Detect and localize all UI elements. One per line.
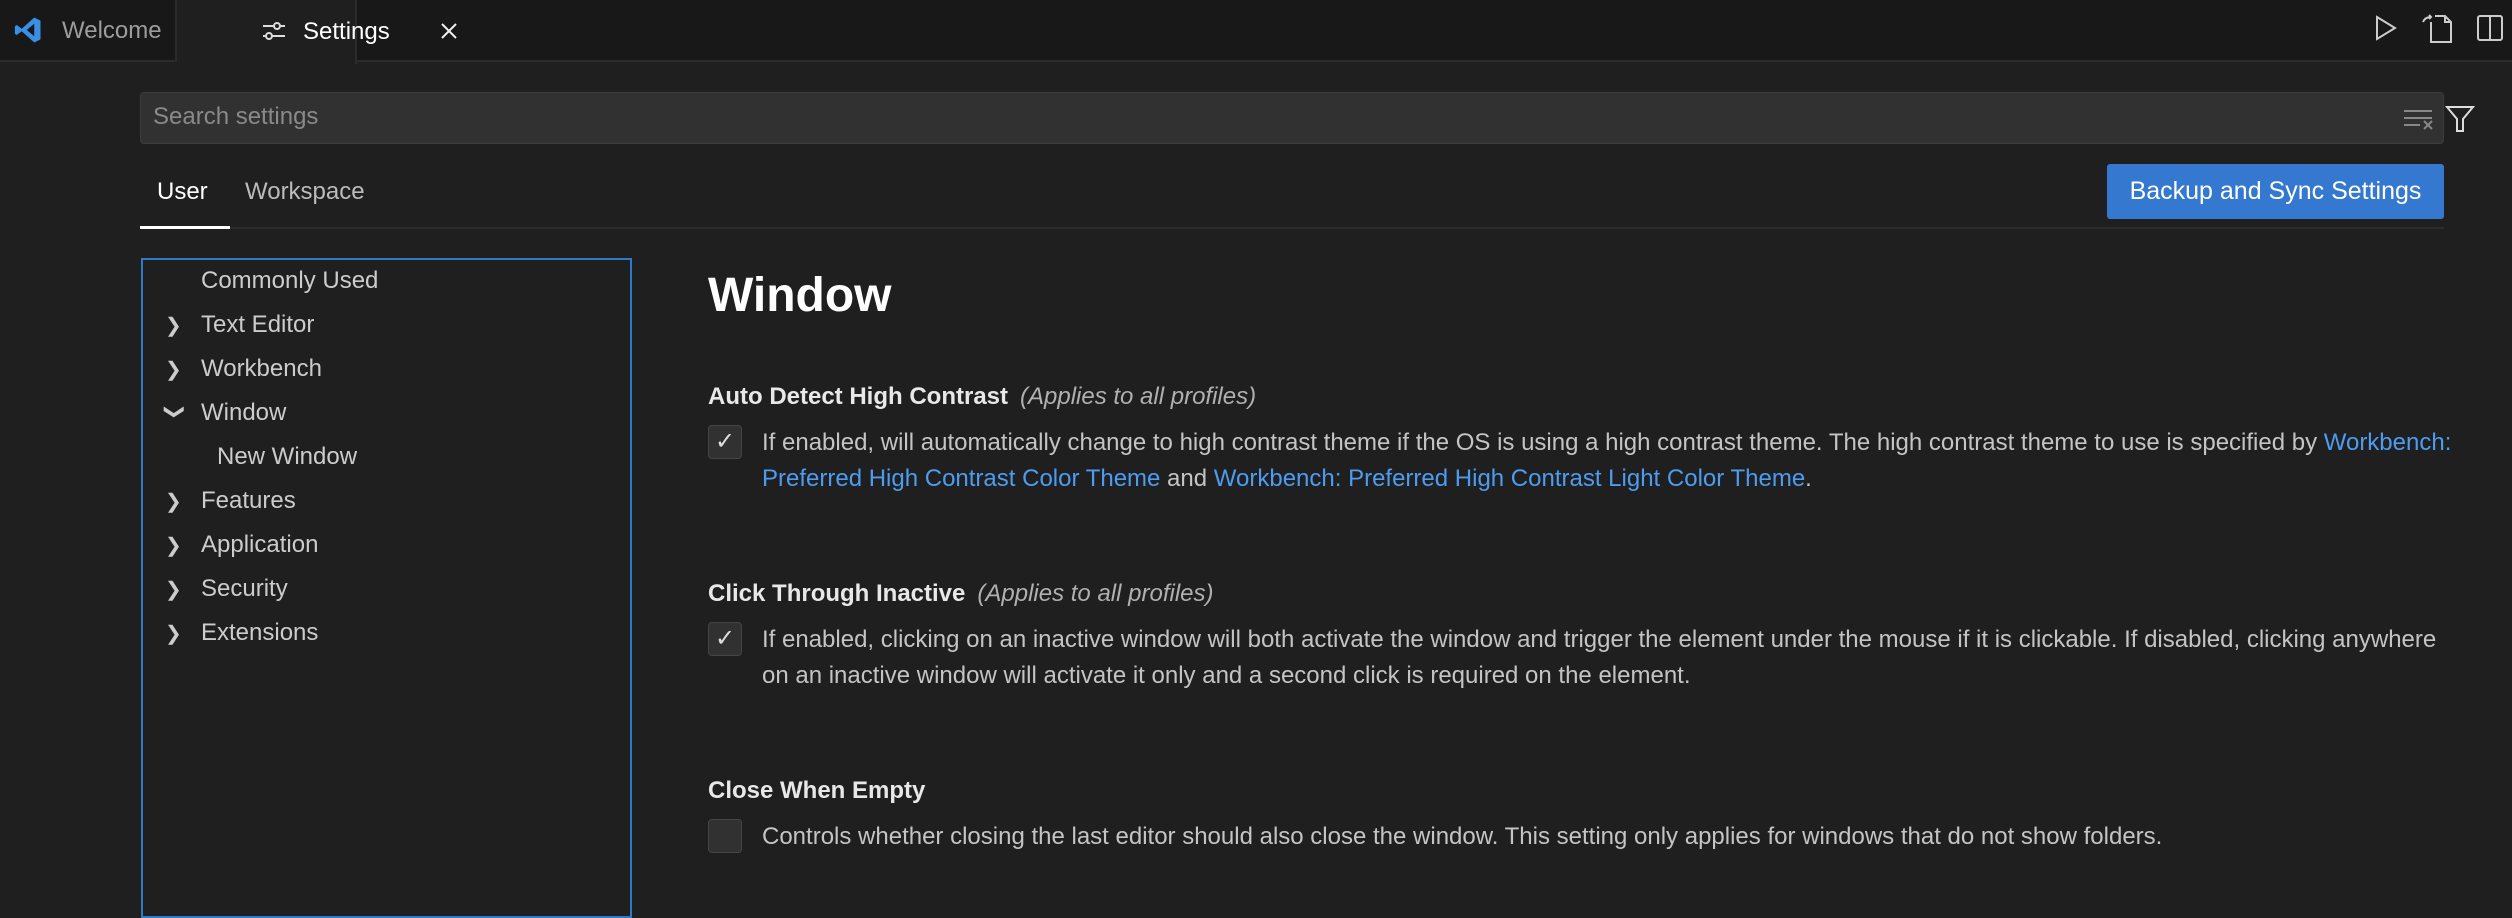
setting-close-when-empty: Close When Empty Controls whether closin… bbox=[708, 773, 2448, 855]
link-preferred-high-contrast-light-color-theme[interactable]: Workbench: Preferred High Contrast Light… bbox=[1214, 465, 1805, 492]
tree-item-label: Text Editor bbox=[201, 311, 315, 338]
section-title: Window bbox=[708, 269, 892, 322]
tabs-divider bbox=[140, 227, 2444, 229]
setting-description: If enabled, will automatically change to… bbox=[762, 425, 2452, 497]
checkbox-checked[interactable]: ✓ bbox=[708, 622, 742, 656]
tree-item-commonly-used[interactable]: Commonly Used bbox=[143, 261, 378, 301]
tree-item-label: Commonly Used bbox=[201, 267, 379, 294]
tree-item-window[interactable]: ❯ Window bbox=[143, 393, 287, 433]
search-input[interactable] bbox=[153, 103, 2253, 131]
backup-and-sync-button[interactable]: Backup and Sync Settings bbox=[2107, 164, 2444, 219]
setting-title-text: Close When Empty bbox=[708, 777, 926, 804]
tree-item-features[interactable]: ❯ Features bbox=[143, 481, 296, 521]
tree-item-label: Extensions bbox=[201, 619, 319, 646]
chevron-right-icon: ❯ bbox=[165, 314, 182, 337]
close-icon[interactable] bbox=[440, 22, 458, 40]
tree-item-workbench[interactable]: ❯ Workbench bbox=[143, 349, 322, 389]
filter-icon[interactable] bbox=[2445, 105, 2475, 133]
chevron-right-icon: ❯ bbox=[165, 622, 182, 645]
tree-item-security[interactable]: ❯ Security bbox=[143, 569, 288, 609]
check-icon: ✓ bbox=[714, 428, 736, 455]
tab-settings[interactable]: Settings bbox=[177, 0, 457, 64]
desc-text: and bbox=[1160, 465, 1214, 492]
setting-title-text: Click Through Inactive bbox=[708, 580, 966, 607]
setting-title: Close When Empty bbox=[708, 773, 2448, 809]
run-icon[interactable] bbox=[2374, 14, 2398, 42]
active-tab-indicator bbox=[140, 226, 230, 229]
setting-scope: (Applies to all profiles) bbox=[1020, 383, 1257, 410]
desc-text: . bbox=[1805, 465, 1812, 492]
setting-scope: (Applies to all profiles) bbox=[977, 580, 1214, 607]
tree-item-label: Window bbox=[201, 399, 287, 426]
chevron-right-icon: ❯ bbox=[165, 534, 182, 557]
setting-title-text: Auto Detect High Contrast bbox=[708, 383, 1008, 410]
tree-item-text-editor[interactable]: ❯ Text Editor bbox=[143, 305, 314, 345]
tree-item-application[interactable]: ❯ Application bbox=[143, 525, 318, 565]
tab-workspace[interactable]: Workspace bbox=[245, 178, 365, 206]
desc-text: If enabled, will automatically change to… bbox=[762, 429, 2324, 456]
setting-description: If enabled, clicking on an inactive wind… bbox=[762, 626, 2437, 689]
setting-description: Controls whether closing the last editor… bbox=[762, 823, 2163, 850]
setting-title: Auto Detect High Contrast (Applies to all… bbox=[708, 379, 2448, 415]
clear-filter-icon[interactable] bbox=[2404, 108, 2434, 130]
chevron-right-icon: ❯ bbox=[165, 578, 182, 601]
setting-click-through-inactive: Click Through Inactive (Applies to all pr… bbox=[708, 576, 2448, 694]
checkbox-checked[interactable]: ✓ bbox=[708, 425, 742, 459]
setting-auto-detect-high-contrast: Auto Detect High Contrast (Applies to all… bbox=[708, 379, 2451, 497]
tree-item-label: Application bbox=[201, 531, 319, 558]
open-settings-json-icon[interactable] bbox=[2421, 14, 2453, 44]
vscode-logo-icon bbox=[14, 17, 41, 43]
tree-item-new-window[interactable]: New Window bbox=[143, 437, 357, 477]
tree-item-label: Security bbox=[201, 575, 288, 602]
chevron-right-icon: ❯ bbox=[165, 358, 182, 381]
setting-title: Click Through Inactive (Applies to all pr… bbox=[708, 576, 2448, 612]
chevron-right-icon: ❯ bbox=[165, 490, 182, 513]
editor-tab-bar: Welcome Settings bbox=[0, 0, 2512, 64]
settings-toc-tree: Commonly Used ❯ Text Editor ❯ Workbench ❯ W… bbox=[141, 258, 632, 918]
tab-welcome[interactable]: Welcome bbox=[0, 0, 177, 62]
checkbox-unchecked[interactable] bbox=[708, 819, 742, 853]
chevron-down-icon: ❯ bbox=[163, 403, 186, 420]
check-icon: ✓ bbox=[714, 625, 736, 652]
tree-item-extensions[interactable]: ❯ Extensions bbox=[143, 613, 318, 653]
tab-label: Settings bbox=[303, 18, 390, 45]
search-settings bbox=[140, 92, 2475, 144]
settings-sliders-icon bbox=[263, 22, 285, 40]
tree-item-label: New Window bbox=[217, 443, 358, 470]
tab-label: Welcome bbox=[62, 17, 162, 44]
split-editor-icon[interactable] bbox=[2476, 14, 2504, 42]
tree-item-label: Features bbox=[201, 487, 296, 514]
tab-user[interactable]: User bbox=[157, 178, 208, 206]
tree-item-label: Workbench bbox=[201, 355, 322, 382]
